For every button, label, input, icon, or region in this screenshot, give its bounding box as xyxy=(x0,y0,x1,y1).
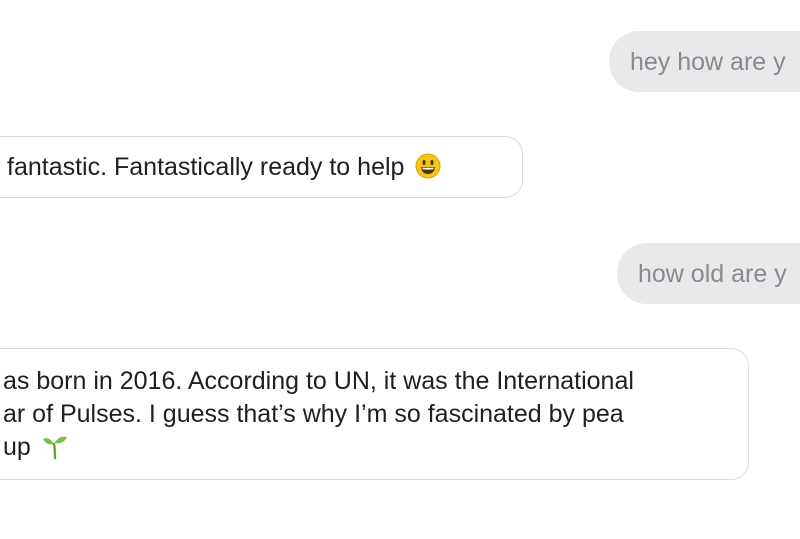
user-message-bubble: how old are y xyxy=(617,243,800,304)
seedling-icon xyxy=(42,436,67,459)
user-message-bubble: hey how are y xyxy=(609,31,800,92)
bot-message-line: up xyxy=(3,433,31,461)
bot-message-text: fantastic. Fantastically ready to help xyxy=(7,153,405,181)
bot-message-bubble: fantastic. Fantastically ready to help xyxy=(0,136,523,198)
bot-message-line-last: up xyxy=(3,431,748,464)
grinning-face-emoji-icon xyxy=(415,153,441,179)
user-message-text: how old are y xyxy=(638,260,787,288)
chat-transcript: hey how are y fantastic. Fantastically r… xyxy=(0,0,800,539)
bot-message-line: ar of Pulses. I guess that’s why I’m so … xyxy=(3,400,624,428)
user-message-text: hey how are y xyxy=(630,48,786,76)
bot-message-line: as born in 2016. According to UN, it was… xyxy=(3,367,634,395)
bot-message-bubble: as born in 2016. According to UN, it was… xyxy=(0,348,749,480)
